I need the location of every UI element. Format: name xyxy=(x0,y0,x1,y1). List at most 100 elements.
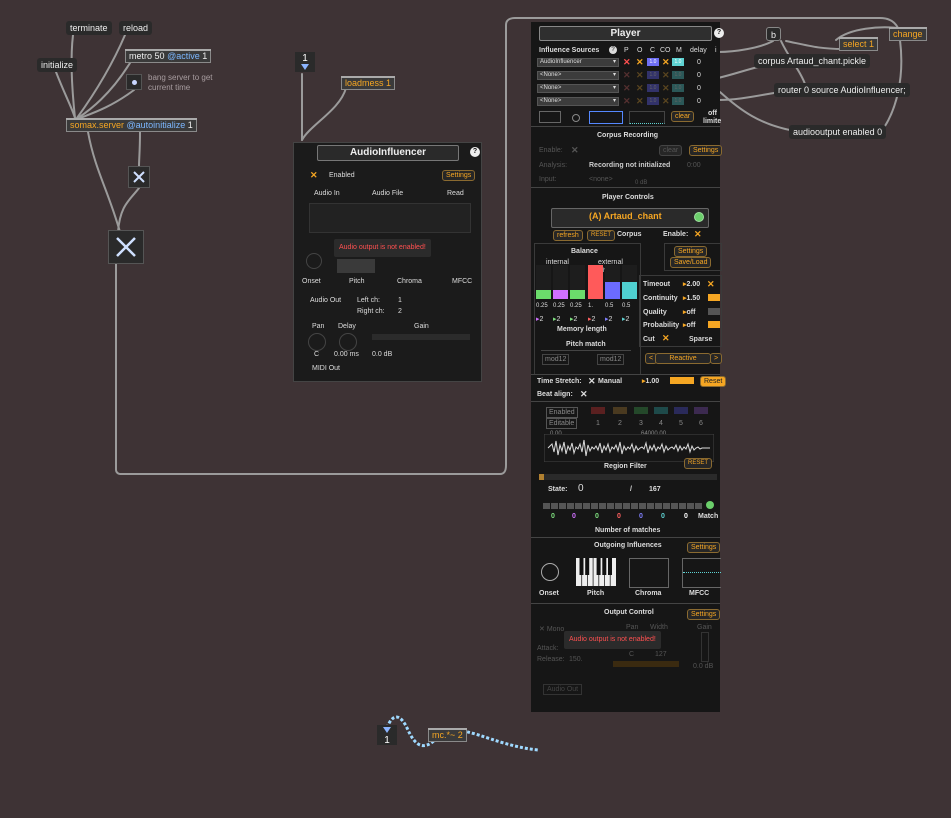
pan-knob[interactable] xyxy=(308,333,326,351)
source-c-value[interactable]: 1.0 xyxy=(647,97,659,105)
clear-button[interactable]: clear xyxy=(671,111,695,122)
memory-value[interactable]: ▸2 xyxy=(570,315,577,324)
source-c-value[interactable]: 1.0 xyxy=(647,84,659,92)
balance-slider-track[interactable] xyxy=(622,265,637,299)
radio-circle[interactable] xyxy=(572,114,580,122)
source-co-toggle[interactable]: ✕ xyxy=(662,71,670,80)
source-o-toggle[interactable]: ✕ xyxy=(636,58,644,67)
region-color-3[interactable] xyxy=(634,407,648,414)
mode-next-button[interactable]: > xyxy=(710,353,723,364)
source-m-value[interactable]: 1.0 xyxy=(672,84,684,92)
source-dropdown[interactable]: <None> ▾ xyxy=(537,97,619,106)
time-stretch-value[interactable]: ▸1.00 xyxy=(642,377,659,386)
rec-enable-toggle[interactable]: ✕ xyxy=(571,146,579,155)
source-c-value[interactable]: 1.0 xyxy=(647,71,659,79)
reload-message[interactable]: reload xyxy=(119,21,153,35)
source-dropdown[interactable]: AudioInfluencer ▾ xyxy=(537,58,619,67)
source-o-toggle[interactable]: ✕ xyxy=(636,84,644,93)
record-box[interactable] xyxy=(539,111,561,123)
help-icon[interactable]: ? xyxy=(470,147,480,157)
source-delay[interactable]: 0 xyxy=(697,84,701,93)
rec-settings-button[interactable]: Settings xyxy=(689,145,723,156)
settings-button[interactable]: Settings xyxy=(674,246,708,257)
cut-toggle[interactable]: ✕ xyxy=(662,334,670,343)
gain-fader[interactable] xyxy=(701,632,709,662)
somax-server-object[interactable]: somax.server @autoinitialize 1 xyxy=(66,118,197,132)
source-p-toggle[interactable]: ✕ xyxy=(623,97,631,106)
time-stretch-toggle[interactable]: ✕ xyxy=(588,377,596,386)
source-c-value[interactable]: 1.0 xyxy=(647,58,659,66)
saveload-button[interactable]: Save/Load xyxy=(670,257,712,268)
enable-toggle[interactable]: ✕ xyxy=(694,230,702,239)
terminate-message[interactable]: terminate xyxy=(66,21,112,35)
gain-slider[interactable] xyxy=(372,334,470,340)
source-delay[interactable]: 0 xyxy=(697,97,701,106)
select-object[interactable]: select 1 xyxy=(839,37,879,51)
mod12-button-b[interactable]: mod12 xyxy=(597,354,625,365)
loadmess-object[interactable]: loadmess 1 xyxy=(341,76,396,90)
beat-align-toggle[interactable]: ✕ xyxy=(580,390,588,399)
source-delay[interactable]: 0 xyxy=(697,58,701,67)
region-color-4[interactable] xyxy=(654,407,668,414)
balance-slider-track[interactable] xyxy=(536,265,551,299)
probability-value[interactable]: ▸off xyxy=(683,321,695,330)
source-co-toggle[interactable]: ✕ xyxy=(662,58,670,67)
timeout-toggle[interactable]: ✕ xyxy=(707,280,715,289)
source-co-toggle[interactable]: ✕ xyxy=(662,97,670,106)
time-stretch-reset[interactable]: Reset xyxy=(700,376,727,387)
mc-multiply-object[interactable]: mc.*~ 2 xyxy=(428,728,467,742)
continuity-value[interactable]: ▸1.50 xyxy=(683,294,700,303)
region-editable-button[interactable]: Editable xyxy=(546,418,578,429)
region-reset-button[interactable]: RESET xyxy=(684,458,713,469)
region-enabled-button[interactable]: Enabled xyxy=(546,407,578,418)
memory-value[interactable]: ▸2 xyxy=(553,315,560,324)
memory-value[interactable]: ▸2 xyxy=(588,315,595,324)
source-p-toggle[interactable]: ✕ xyxy=(623,71,631,80)
bang-button[interactable] xyxy=(126,74,142,90)
region-color-1[interactable] xyxy=(591,407,605,414)
delay-knob[interactable] xyxy=(339,333,357,351)
region-color-5[interactable] xyxy=(674,407,688,414)
memory-value[interactable]: ▸2 xyxy=(536,315,543,324)
memory-value[interactable]: ▸2 xyxy=(605,315,612,324)
mode-display[interactable]: Reactive xyxy=(655,353,711,364)
b-object[interactable]: b xyxy=(766,27,782,41)
balance-slider-track[interactable] xyxy=(553,265,568,299)
initialize-message[interactable]: initialize xyxy=(37,58,78,72)
help-icon-small[interactable]: ? xyxy=(609,46,617,54)
timeout-value[interactable]: ▸2.00 xyxy=(683,280,700,289)
source-co-toggle[interactable]: ✕ xyxy=(662,84,670,93)
region-color-6[interactable] xyxy=(694,407,708,414)
reset-button[interactable]: RESET xyxy=(587,230,616,241)
audio-out-button[interactable]: Audio Out xyxy=(310,296,341,305)
source-m-value[interactable]: 1.0 xyxy=(672,71,684,79)
release-value[interactable]: 150. xyxy=(569,655,583,664)
source-delay[interactable]: 0 xyxy=(697,71,701,80)
large-toggle[interactable] xyxy=(108,230,144,264)
audiooutput-message[interactable]: audiooutput enabled 0 xyxy=(789,125,887,139)
rec-clear-button[interactable]: clear xyxy=(659,145,683,156)
corpus-message[interactable]: corpus Artaud_chant.pickle xyxy=(754,54,871,68)
number-box-top[interactable]: 1 xyxy=(295,52,315,72)
source-o-toggle[interactable]: ✕ xyxy=(636,71,644,80)
audio-out-button[interactable]: Audio Out xyxy=(543,684,583,695)
audio-in-tab[interactable]: Audio In xyxy=(314,189,340,198)
right-ch-value[interactable]: 2 xyxy=(398,307,402,316)
left-ch-value[interactable]: 1 xyxy=(398,296,402,305)
enabled-toggle[interactable]: ✕ xyxy=(310,171,318,180)
audio-file-dropdown[interactable]: Audio File xyxy=(372,189,403,198)
balance-slider-track[interactable] xyxy=(588,265,603,299)
memory-value[interactable]: ▸2 xyxy=(622,315,629,324)
balance-slider-track[interactable] xyxy=(605,265,620,299)
region-color-2[interactable] xyxy=(613,407,627,414)
source-p-toggle[interactable]: ✕ xyxy=(623,58,631,67)
input-dropdown[interactable]: <none> xyxy=(589,175,613,184)
out-settings-button[interactable]: Settings xyxy=(687,542,721,553)
midi-out-button[interactable]: MIDI Out xyxy=(312,364,340,373)
source-m-value[interactable]: 1.0 xyxy=(672,58,684,66)
source-dropdown[interactable]: <None> ▾ xyxy=(537,71,619,80)
refresh-button[interactable]: refresh xyxy=(553,230,583,241)
router-message[interactable]: router 0 source AudioInfluencer; xyxy=(774,83,910,97)
source-m-value[interactable]: 1.0 xyxy=(672,97,684,105)
small-toggle[interactable] xyxy=(128,166,150,188)
